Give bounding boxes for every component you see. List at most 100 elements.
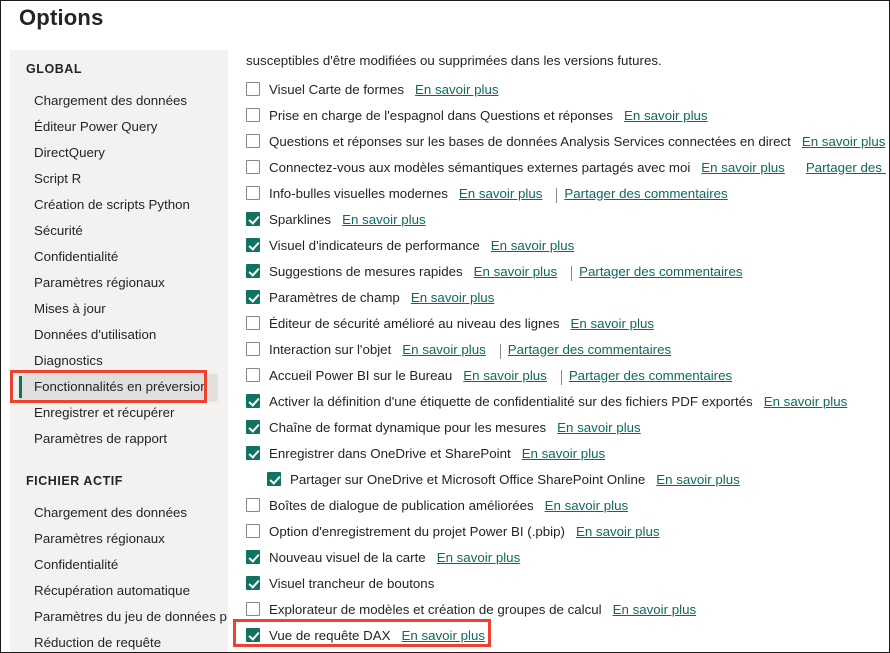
checkbox-unchecked-icon[interactable] [246, 368, 260, 382]
checkbox-unchecked-icon[interactable] [246, 108, 260, 122]
checkbox-unchecked-icon[interactable] [246, 160, 260, 174]
preview-feature-row[interactable]: Vue de requête DAX En savoir plus [241, 622, 886, 648]
preview-feature-row[interactable]: Enregistrer dans OneDrive et SharePoint E… [241, 440, 886, 466]
checkbox-unchecked-icon[interactable] [246, 342, 260, 356]
share-feedback-link[interactable]: Partager des commentaires [508, 342, 671, 357]
learn-more-link[interactable]: En savoir plus [459, 186, 543, 201]
preview-feature-row[interactable]: Suggestions de mesures rapides En savoir … [241, 258, 886, 284]
sidebar-item-param-tres-du-jeu-de-donn-es-p[interactable]: Paramètres du jeu de données p... [10, 604, 228, 630]
learn-more-link[interactable]: En savoir plus [613, 602, 697, 617]
checkbox-checked-icon[interactable] [246, 290, 260, 304]
sidebar-nav[interactable]: GLOBAL Chargement des données Éditeur Powe… [10, 58, 228, 652]
learn-more-link[interactable]: En savoir plus [576, 524, 660, 539]
preview-feature-row[interactable]: Visuel d'indicateurs de performance En sa… [241, 232, 886, 258]
preview-feature-list[interactable]: Visuel Carte de formes En savoir plus Pris… [241, 76, 886, 648]
preview-feature-row[interactable]: Nouveau visuel de la carte En savoir plus [241, 544, 886, 570]
learn-more-link[interactable]: En savoir plus [522, 446, 606, 461]
sidebar-item-fonctionnalit-s-en-pr-version[interactable]: Fonctionnalités en préversion [19, 374, 217, 400]
checkbox-checked-icon[interactable] [246, 394, 260, 408]
preview-feature-row[interactable]: Questions et réponses sur les bases de d… [241, 128, 886, 154]
preview-feature-row[interactable]: Chaîne de format dynamique pour les mesu… [241, 414, 886, 440]
learn-more-link[interactable]: En savoir plus [491, 238, 575, 253]
sidebar-item-cr-ation-de-scripts-python[interactable]: Création de scripts Python [10, 192, 228, 218]
learn-more-link[interactable]: En savoir plus [401, 628, 485, 643]
preview-feature-row[interactable]: Boîtes de dialogue de publication amélio… [241, 492, 886, 518]
learn-more-link[interactable]: En savoir plus [545, 498, 629, 513]
options-sidebar[interactable]: GLOBAL Chargement des données Éditeur Powe… [10, 50, 228, 652]
share-feedback-link[interactable]: Partager des commentaires [564, 186, 727, 201]
sidebar-item-param-tres-r-gionaux[interactable]: Paramètres régionaux [10, 270, 228, 296]
preview-feature-row[interactable]: Option d'enregistrement du projet Power … [241, 518, 886, 544]
sidebar-item-enregistrer-et-r-cup-rer[interactable]: Enregistrer et récupérer [10, 400, 228, 426]
sidebar-item-label: Paramètres du jeu de données p... [34, 609, 228, 624]
share-feedback-link[interactable]: Partager des commentaires [569, 368, 732, 383]
learn-more-link[interactable]: En savoir plus [474, 264, 558, 279]
sidebar-item-r-cup-ration-automatique[interactable]: Récupération automatique [10, 578, 228, 604]
learn-more-link[interactable]: En savoir plus [802, 134, 886, 149]
checkbox-unchecked-icon[interactable] [246, 524, 260, 538]
share-feedback-link[interactable]: Partager des commentaires [806, 160, 886, 175]
checkbox-checked-icon[interactable] [246, 576, 260, 590]
sidebar-item-script-r[interactable]: Script R [10, 166, 228, 192]
sidebar-item-r-duction-de-requ-te[interactable]: Réduction de requête [10, 630, 228, 652]
preview-feature-row[interactable]: Partager sur OneDrive et Microsoft Offic… [241, 466, 886, 492]
preview-feature-row[interactable]: Visuel Carte de formes En savoir plus [241, 76, 886, 102]
checkbox-unchecked-icon[interactable] [246, 134, 260, 148]
preview-feature-row[interactable]: Explorateur de modèles et création de gr… [241, 596, 886, 622]
sidebar-item-mises-jour[interactable]: Mises à jour [10, 296, 228, 322]
sidebar-item-label: DirectQuery [34, 145, 105, 160]
sidebar-item-donn-es-d-utilisation[interactable]: Données d'utilisation [10, 322, 228, 348]
learn-more-link[interactable]: En savoir plus [437, 550, 521, 565]
sidebar-item-label: Diagnostics [34, 353, 103, 368]
preview-feature-row[interactable]: Visuel trancheur de boutons [241, 570, 886, 596]
sidebar-item-confidentialit[interactable]: Confidentialité [10, 552, 228, 578]
sidebar-item-directquery[interactable]: DirectQuery [10, 140, 228, 166]
learn-more-link[interactable]: En savoir plus [402, 342, 486, 357]
sidebar-item-param-tres-r-gionaux[interactable]: Paramètres régionaux [10, 526, 228, 552]
checkbox-unchecked-icon[interactable] [246, 498, 260, 512]
checkbox-unchecked-icon[interactable] [246, 316, 260, 330]
preview-feature-row[interactable]: Info-bulles visuelles modernes En savoir … [241, 180, 886, 206]
learn-more-link[interactable]: En savoir plus [463, 368, 547, 383]
checkbox-unchecked-icon[interactable] [246, 82, 260, 96]
learn-more-link[interactable]: En savoir plus [701, 160, 785, 175]
sidebar-item-diteur-power-query[interactable]: Éditeur Power Query [10, 114, 228, 140]
checkbox-checked-icon[interactable] [246, 550, 260, 564]
preview-feature-label: Info-bulles visuelles modernes [269, 185, 448, 201]
preview-feature-row[interactable]: Interaction sur l'objet En savoir plus Par… [241, 336, 886, 362]
learn-more-link[interactable]: En savoir plus [557, 420, 641, 435]
learn-more-link[interactable]: En savoir plus [411, 290, 495, 305]
learn-more-link[interactable]: En savoir plus [571, 316, 655, 331]
checkbox-checked-icon[interactable] [246, 420, 260, 434]
sidebar-item-s-curit[interactable]: Sécurité [10, 218, 228, 244]
preview-feature-row[interactable]: Accueil Power BI sur le Bureau En savoir … [241, 362, 886, 388]
preview-feature-label: Nouveau visuel de la carte [269, 549, 426, 565]
preview-feature-row[interactable]: Activer la définition d'une étiquette de… [241, 388, 886, 414]
checkbox-checked-icon[interactable] [246, 628, 260, 642]
learn-more-link[interactable]: En savoir plus [415, 82, 499, 97]
sidebar-item-diagnostics[interactable]: Diagnostics [10, 348, 228, 374]
sidebar-item-chargement-des-donn-es[interactable]: Chargement des données [10, 88, 228, 114]
learn-more-link[interactable]: En savoir plus [764, 394, 848, 409]
sidebar-item-param-tres-de-rapport[interactable]: Paramètres de rapport [10, 426, 228, 452]
preview-feature-row[interactable]: Prise en charge de l'espagnol dans Quest… [241, 102, 886, 128]
sidebar-item-confidentialit[interactable]: Confidentialité [10, 244, 228, 270]
learn-more-link[interactable]: En savoir plus [342, 212, 426, 227]
checkbox-checked-icon[interactable] [246, 264, 260, 278]
preview-feature-row[interactable]: Connectez-vous aux modèles sémantiques e… [241, 154, 886, 180]
checkbox-checked-icon[interactable] [267, 472, 281, 486]
preview-feature-row[interactable]: Sparklines En savoir plus [241, 206, 886, 232]
preview-feature-label: Enregistrer dans OneDrive et SharePoint [269, 445, 511, 461]
preview-feature-row[interactable]: Paramètres de champ En savoir plus [241, 284, 886, 310]
sidebar-item-label: Chargement des données [34, 93, 188, 108]
sidebar-item-chargement-des-donn-es[interactable]: Chargement des données [10, 500, 228, 526]
learn-more-link[interactable]: En savoir plus [656, 472, 740, 487]
checkbox-checked-icon[interactable] [246, 446, 260, 460]
checkbox-checked-icon[interactable] [246, 238, 260, 252]
preview-feature-row[interactable]: Éditeur de sécurité amélioré au niveau d… [241, 310, 886, 336]
share-feedback-link[interactable]: Partager des commentaires [579, 264, 742, 279]
checkbox-unchecked-icon[interactable] [246, 602, 260, 616]
learn-more-link[interactable]: En savoir plus [624, 108, 708, 123]
checkbox-checked-icon[interactable] [246, 212, 260, 226]
checkbox-unchecked-icon[interactable] [246, 186, 260, 200]
